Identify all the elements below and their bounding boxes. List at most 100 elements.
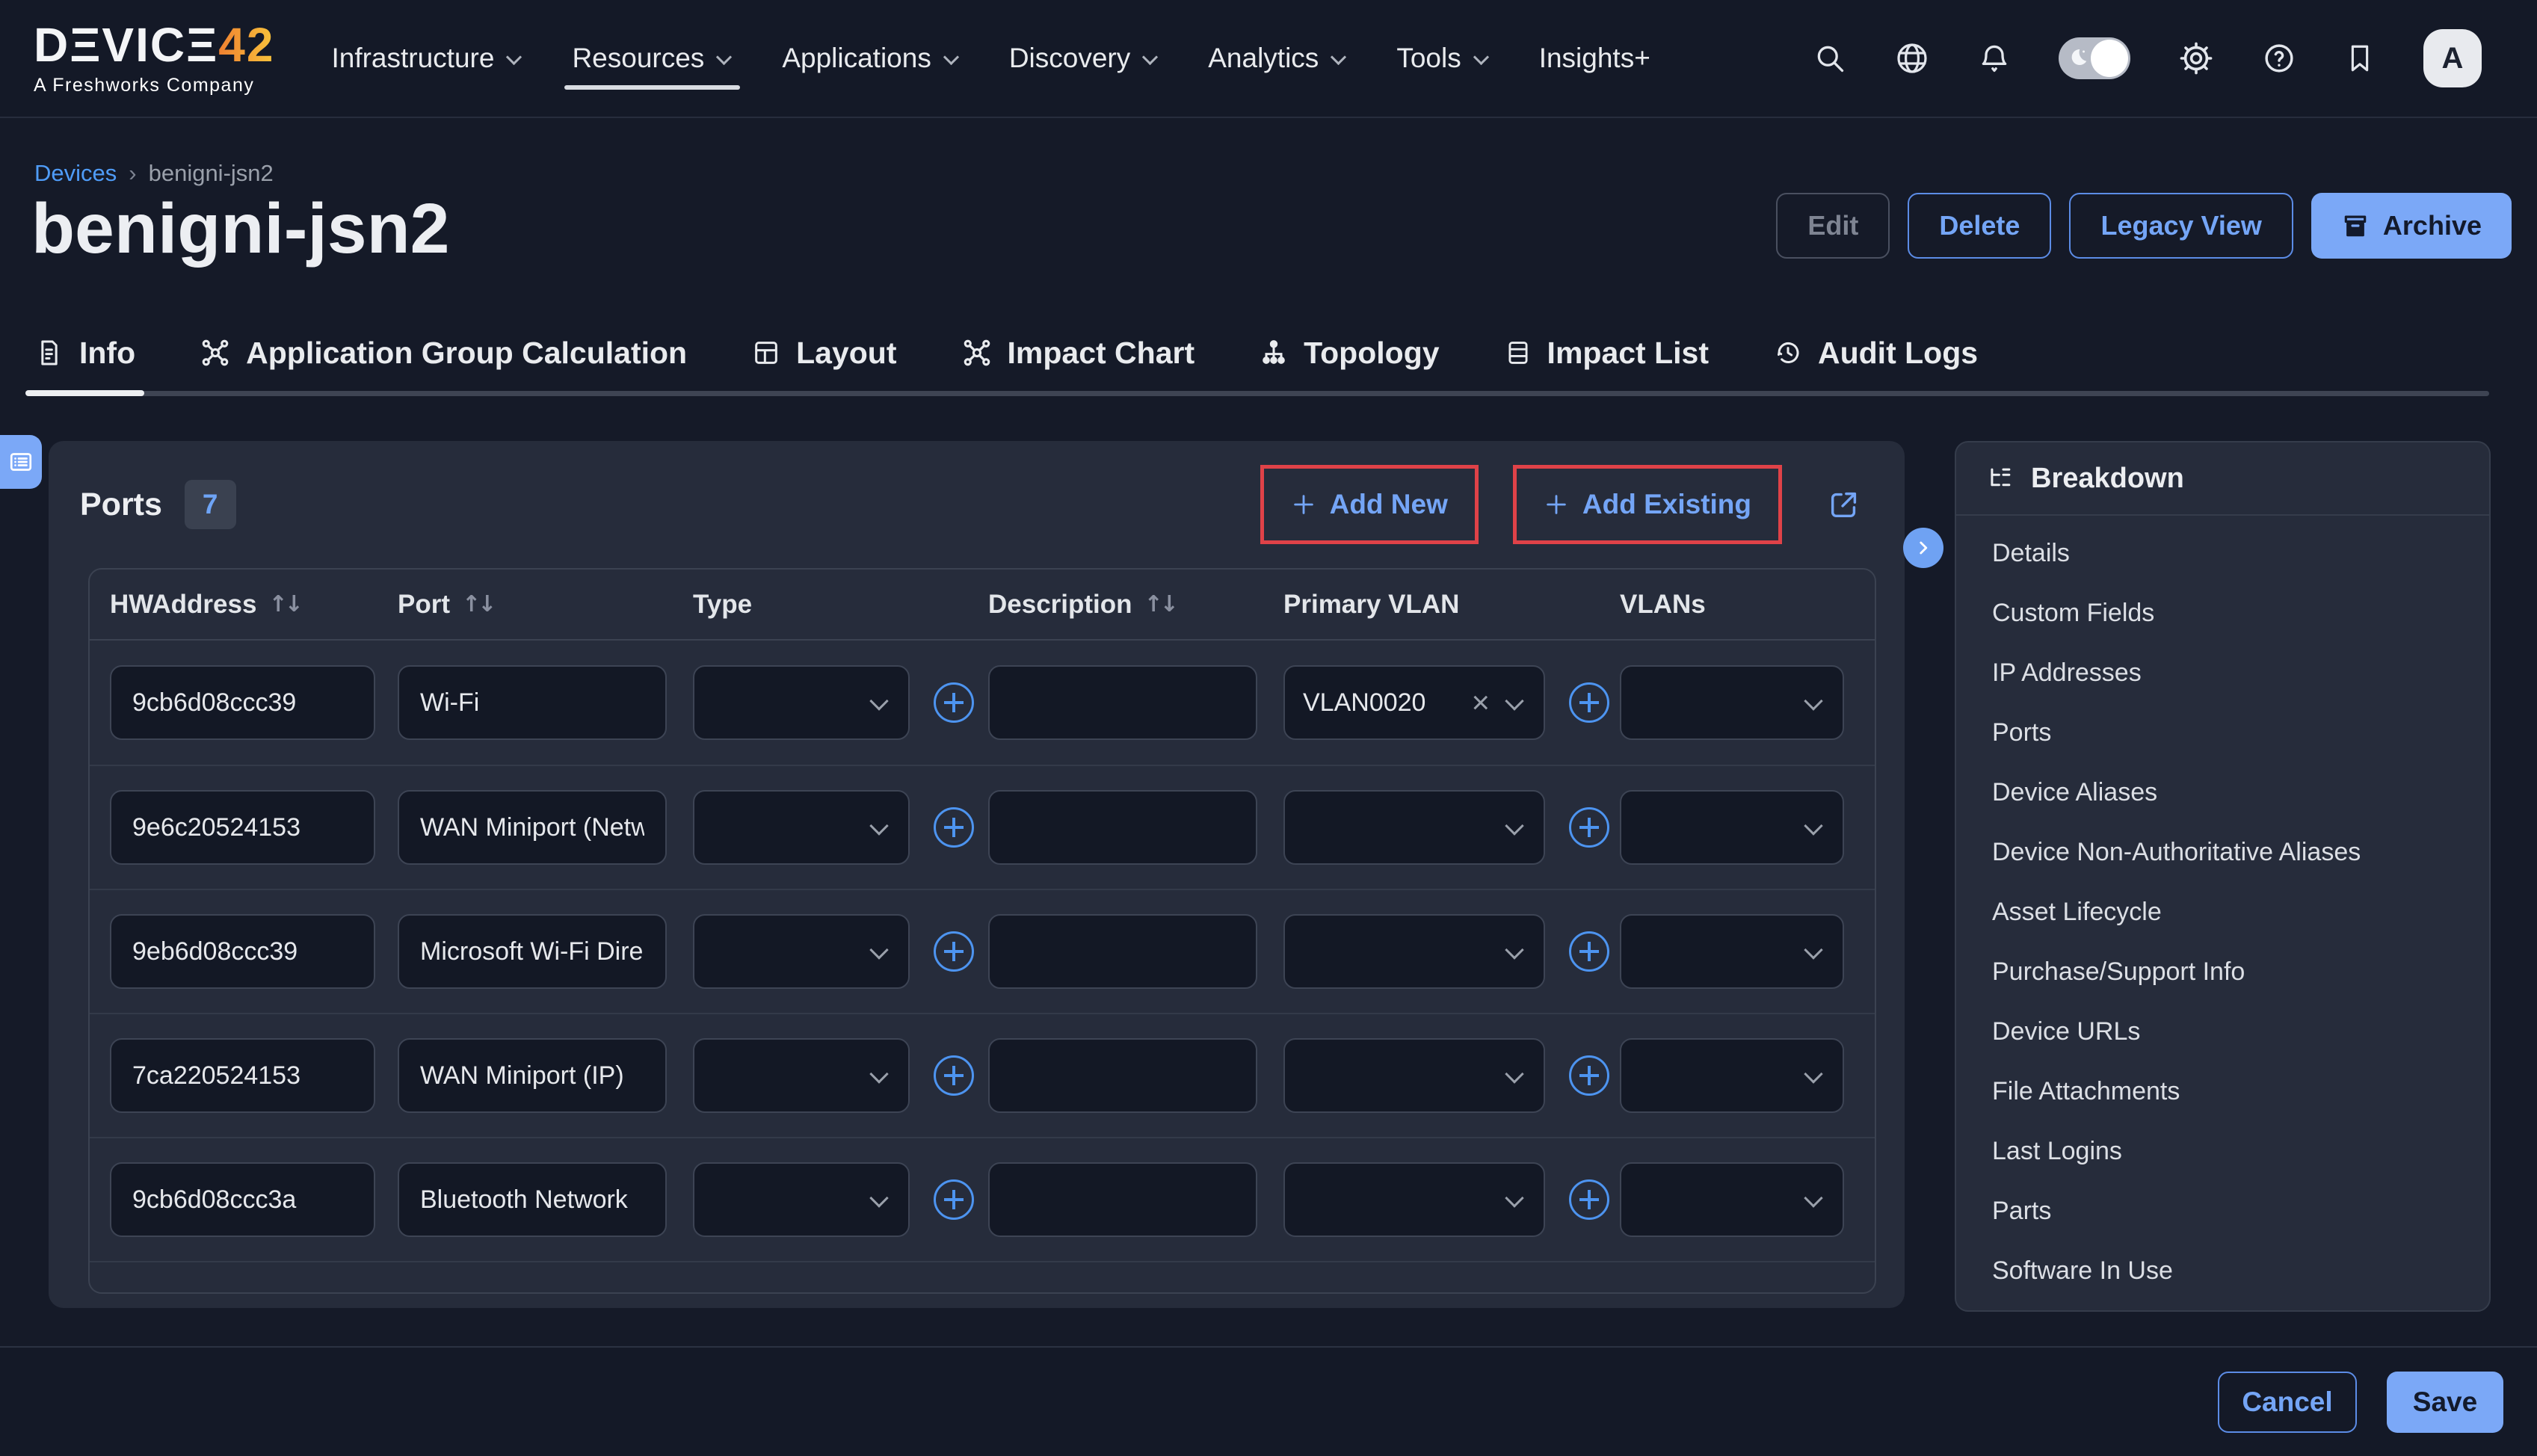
add-primary-vlan-button[interactable] <box>1569 807 1609 848</box>
column-header-port[interactable]: Port↑↓ <box>398 590 693 620</box>
add-type-button[interactable] <box>934 682 974 723</box>
port-input[interactable] <box>398 665 667 740</box>
description-input[interactable] <box>988 790 1257 865</box>
sidebar-item-asset-lifecycle[interactable]: Asset Lifecycle <box>1956 882 2489 942</box>
primary-vlan-select[interactable]: VLAN0020× <box>1283 665 1545 740</box>
sidebar-item-purchase-support-info[interactable]: Purchase/Support Info <box>1956 942 2489 1002</box>
tab-topology[interactable]: Topology <box>1254 309 1443 396</box>
primary-vlan-select[interactable] <box>1283 1162 1545 1237</box>
cancel-button[interactable]: Cancel <box>2218 1372 2357 1433</box>
help-icon[interactable] <box>2262 41 2296 75</box>
hwaddress-input[interactable] <box>110 790 375 865</box>
tab-audit-logs[interactable]: Audit Logs <box>1769 309 1982 396</box>
type-select[interactable] <box>693 1162 910 1237</box>
sidebar-item-device-non-authoritative-aliases[interactable]: Device Non-Authoritative Aliases <box>1956 822 2489 882</box>
add-new-button[interactable]: Add New <box>1264 469 1475 540</box>
tab-layout[interactable]: Layout <box>747 309 901 396</box>
theme-toggle[interactable] <box>2059 37 2130 79</box>
sidebar-item-custom-fields[interactable]: Custom Fields <box>1956 583 2489 643</box>
add-primary-vlan-button[interactable] <box>1569 682 1609 723</box>
port-input[interactable] <box>398 1038 667 1113</box>
nav-item-discovery[interactable]: Discovery <box>1009 0 1159 117</box>
vlans-select[interactable] <box>1620 1162 1844 1237</box>
tab-info[interactable]: Info <box>30 309 140 396</box>
add-type-button[interactable] <box>934 807 974 848</box>
legacy-view-button[interactable]: Legacy View <box>2069 193 2293 259</box>
nav-utility-cluster: A <box>1813 29 2482 87</box>
sidebar-item-ip-addresses[interactable]: IP Addresses <box>1956 643 2489 703</box>
sidebar-collapse-button[interactable] <box>1903 528 1943 568</box>
vlans-select[interactable] <box>1620 914 1844 989</box>
add-existing-button[interactable]: Add Existing <box>1517 469 1778 540</box>
logo-text: DΞVICΞ42 <box>34 21 274 69</box>
add-type-button[interactable] <box>934 931 974 972</box>
settings-gear-icon[interactable] <box>2178 40 2214 76</box>
chevron-down-icon <box>1802 942 1825 961</box>
add-primary-vlan-button[interactable] <box>1569 1055 1609 1096</box>
device42-logo[interactable]: DΞVICΞ42 A Freshworks Company <box>34 21 274 96</box>
type-select[interactable] <box>693 665 910 740</box>
column-header-hwaddress[interactable]: HWAddress↑↓ <box>90 590 398 620</box>
primary-vlan-select[interactable] <box>1283 914 1545 989</box>
hwaddress-input[interactable] <box>110 1162 375 1237</box>
description-input[interactable] <box>988 1162 1257 1237</box>
plus-icon <box>1544 492 1569 517</box>
hwaddress-input[interactable] <box>110 665 375 740</box>
sidebar-item-parts[interactable]: Parts <box>1956 1181 2489 1241</box>
type-select[interactable] <box>693 790 910 865</box>
history-clock-icon <box>1773 338 1803 368</box>
sort-icon: ↑↓ <box>1144 591 1176 617</box>
description-input[interactable] <box>988 914 1257 989</box>
tab-impact-chart[interactable]: Impact Chart <box>957 309 1200 396</box>
tab-impact-list[interactable]: Impact List <box>1499 309 1713 396</box>
breadcrumb-devices-link[interactable]: Devices <box>34 160 117 187</box>
primary-vlan-select[interactable] <box>1283 790 1545 865</box>
globe-icon[interactable] <box>1894 40 1930 76</box>
vlans-select[interactable] <box>1620 665 1844 740</box>
nav-item-insights[interactable]: Insights+ <box>1539 0 1650 117</box>
add-type-button[interactable] <box>934 1179 974 1220</box>
vlans-select[interactable] <box>1620 1038 1844 1113</box>
type-select[interactable] <box>693 1038 910 1113</box>
clear-icon[interactable]: × <box>1471 687 1490 718</box>
port-input[interactable] <box>398 1162 667 1237</box>
nav-item-tools[interactable]: Tools <box>1396 0 1489 117</box>
nav-item-applications[interactable]: Applications <box>782 0 960 117</box>
description-input[interactable] <box>988 665 1257 740</box>
type-select[interactable] <box>693 914 910 989</box>
primary-vlan-select[interactable] <box>1283 1038 1545 1113</box>
port-input[interactable] <box>398 790 667 865</box>
sidebar-item-ports[interactable]: Ports <box>1956 703 2489 762</box>
bookmark-icon[interactable] <box>2344 43 2376 74</box>
delete-button[interactable]: Delete <box>1908 193 2051 259</box>
hwaddress-input[interactable] <box>110 914 375 989</box>
vlans-select[interactable] <box>1620 790 1844 865</box>
add-primary-vlan-button[interactable] <box>1569 931 1609 972</box>
annotation-box-add-new: Add New <box>1260 465 1479 544</box>
side-panel-flag-button[interactable] <box>0 435 42 489</box>
hwaddress-input[interactable] <box>110 1038 375 1113</box>
sidebar-item-file-attachments[interactable]: File Attachments <box>1956 1061 2489 1121</box>
nav-item-infrastructure[interactable]: Infrastructure <box>331 0 522 117</box>
nav-item-analytics[interactable]: Analytics <box>1208 0 1347 117</box>
tab-application-group-calculation[interactable]: Application Group Calculation <box>195 309 691 396</box>
notifications-bell-icon[interactable] <box>1978 42 2011 75</box>
sidebar-item-details[interactable]: Details <box>1956 523 2489 583</box>
external-link-icon[interactable] <box>1827 487 1861 522</box>
sidebar-item-device-urls[interactable]: Device URLs <box>1956 1002 2489 1061</box>
save-button[interactable]: Save <box>2387 1372 2503 1433</box>
add-type-button[interactable] <box>934 1055 974 1096</box>
search-icon[interactable] <box>1813 42 1846 75</box>
nav-item-resources[interactable]: Resources <box>572 0 733 117</box>
archive-button[interactable]: Archive <box>2311 193 2512 259</box>
column-header-description[interactable]: Description↑↓ <box>988 590 1283 620</box>
user-avatar[interactable]: A <box>2423 29 2482 87</box>
sidebar-item-device-aliases[interactable]: Device Aliases <box>1956 762 2489 822</box>
chevron-down-icon <box>1802 1190 1825 1209</box>
port-input[interactable] <box>398 914 667 989</box>
sidebar-item-last-logins[interactable]: Last Logins <box>1956 1121 2489 1181</box>
description-input[interactable] <box>988 1038 1257 1113</box>
sidebar-item-software-in-use[interactable]: Software In Use <box>1956 1241 2489 1301</box>
add-primary-vlan-button[interactable] <box>1569 1179 1609 1220</box>
edit-button[interactable]: Edit <box>1776 193 1890 259</box>
